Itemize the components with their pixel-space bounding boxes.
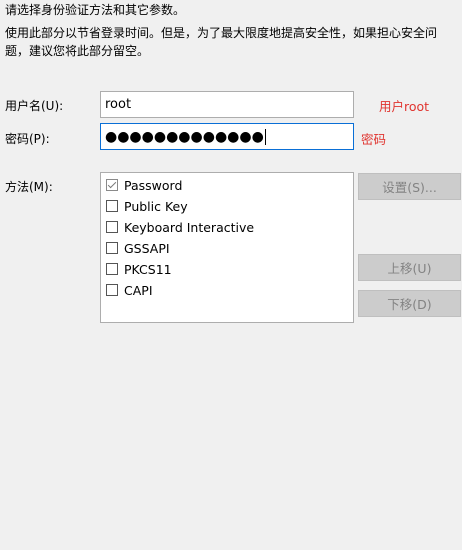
method-item-public-key[interactable]: Public Key [106, 197, 188, 215]
method-item-gssapi[interactable]: GSSAPI [106, 239, 170, 257]
username-value: root [105, 97, 132, 112]
username-annotation: 用户root [379, 99, 430, 114]
username-label: 用户名(U): [5, 99, 64, 113]
method-item-capi[interactable]: CAPI [106, 281, 153, 299]
password-label: 密码(P): [5, 132, 50, 146]
method-item-password[interactable]: Password [106, 176, 182, 194]
text-caret [264, 128, 266, 145]
method-item-label: Public Key [124, 198, 188, 214]
method-item-label: CAPI [124, 282, 153, 298]
password-masked-value: ●●●●●●●●●●●●● [105, 128, 264, 145]
method-item-pkcs11[interactable]: PKCS11 [106, 260, 172, 278]
move-down-button[interactable]: 下移(D) [358, 290, 461, 317]
checkbox-icon[interactable] [106, 221, 118, 233]
method-label: 方法(M): [5, 180, 53, 194]
method-item-keyboard-interactive[interactable]: Keyboard Interactive [106, 218, 254, 236]
intro-title: 请选择身份验证方法和其它参数。 [5, 3, 186, 17]
password-field[interactable]: ●●●●●●●●●●●●● [100, 123, 354, 150]
method-listbox[interactable]: Password Public Key Keyboard Interactive… [100, 172, 354, 323]
method-item-label: Keyboard Interactive [124, 219, 255, 235]
username-field[interactable]: root [100, 91, 354, 118]
settings-button[interactable]: 设置(S)... [358, 173, 461, 200]
checkbox-icon[interactable] [106, 200, 118, 212]
checkbox-icon[interactable] [106, 242, 118, 254]
checkbox-icon[interactable] [106, 284, 118, 296]
checkbox-checked-icon[interactable] [106, 179, 118, 191]
checkbox-icon[interactable] [106, 263, 118, 275]
password-annotation: 密码 [361, 132, 387, 147]
method-item-label: PKCS11 [124, 261, 172, 277]
move-up-button[interactable]: 上移(U) [358, 254, 461, 281]
method-item-label: GSSAPI [124, 240, 170, 256]
method-item-label: Password [124, 177, 183, 193]
intro-description: 使用此部分以节省登录时间。但是，为了最大限度地提高安全性，如果担心安全问题，建议… [5, 26, 438, 58]
